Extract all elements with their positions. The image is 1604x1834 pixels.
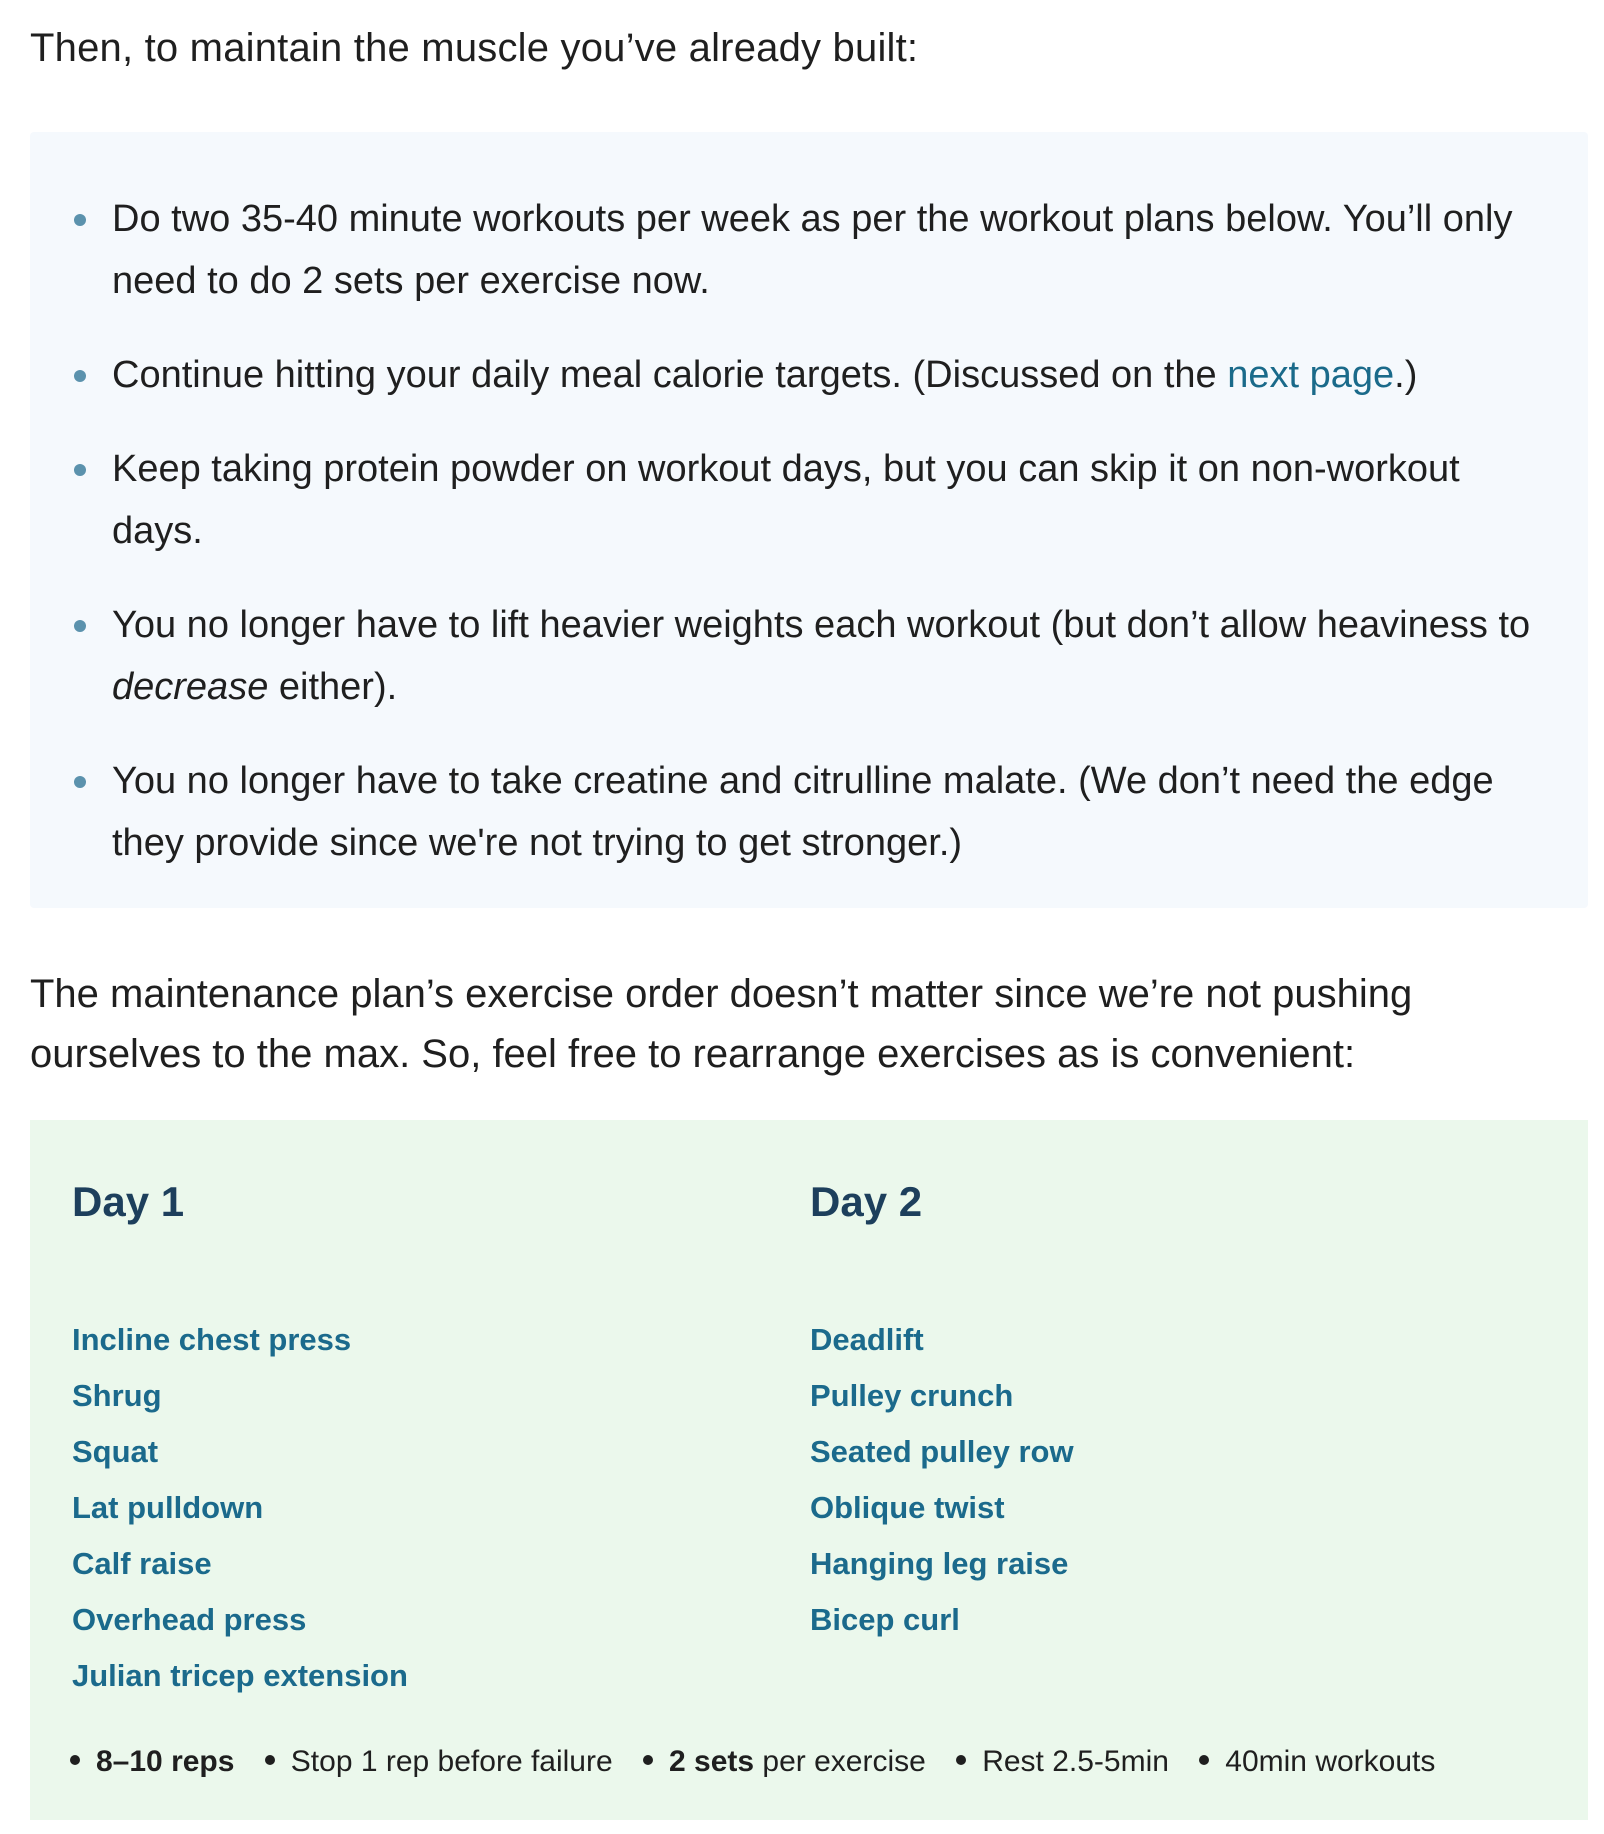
exercise-link[interactable]: Incline chest press — [72, 1312, 408, 1368]
sets-text: 2 sets — [669, 1745, 755, 1778]
exercise-link[interactable]: Pulley crunch — [810, 1368, 1074, 1424]
day-1-title: Day 1 — [72, 1178, 185, 1225]
exercise-link[interactable]: Shrug — [72, 1368, 408, 1424]
reps-text: 8–10 reps — [96, 1745, 235, 1778]
exercise-link[interactable]: Lat pulldown — [72, 1480, 408, 1536]
bullet-text: either). — [268, 666, 398, 708]
emphasis-text: decrease — [112, 666, 269, 708]
bullet-text: You no longer have to take creatine and … — [112, 760, 1494, 864]
plan-summary-row: 8–10 reps Stop 1 rep before failure 2 se… — [70, 1740, 1457, 1784]
exercise-link[interactable]: Squat — [72, 1424, 408, 1480]
bullet-dot-icon — [643, 1755, 654, 1766]
day-2-column: Day 2 Deadlift Pulley crunch Seated pull… — [810, 1172, 1074, 1648]
bullet-dot-icon — [70, 1755, 80, 1766]
duration-text: 40min workouts — [1225, 1745, 1436, 1778]
rest-text: Rest 2.5-5min — [982, 1745, 1169, 1778]
summary-item-reps: 8–10 reps — [70, 1740, 234, 1784]
day-1-exercise-list: Incline chest press Shrug Squat Lat pull… — [72, 1312, 408, 1704]
next-page-link[interactable]: next page — [1227, 354, 1394, 396]
maintenance-bullet-list: Do two 35-40 minute workouts per week as… — [30, 188, 1588, 874]
exercise-link[interactable]: Hanging leg raise — [810, 1536, 1074, 1592]
bullet-dot-icon — [74, 370, 86, 382]
summary-item-failure: Stop 1 rep before failure — [264, 1740, 613, 1784]
bullet-dot-icon — [956, 1755, 967, 1766]
summary-item-duration: 40min workouts — [1199, 1740, 1435, 1784]
intro-text: Then, to maintain the muscle you’ve alre… — [30, 26, 919, 70]
failure-text: Stop 1 rep before failure — [290, 1745, 613, 1778]
exercise-link[interactable]: Calf raise — [72, 1536, 408, 1592]
exercise-link[interactable]: Deadlift — [810, 1312, 1074, 1368]
bullet-text: Keep taking protein powder on workout da… — [112, 448, 1460, 552]
exercise-link[interactable]: Seated pulley row — [810, 1424, 1074, 1480]
bullet-text: Do two 35-40 minute workouts per week as… — [112, 198, 1513, 302]
bullet-dot-icon — [74, 214, 86, 226]
exercise-link[interactable]: Bicep curl — [810, 1592, 1074, 1648]
bullet-dot-icon — [74, 464, 86, 476]
day-2-exercise-list: Deadlift Pulley crunch Seated pulley row… — [810, 1312, 1074, 1648]
bullet-dot-icon — [74, 776, 86, 788]
article-page: Then, to maintain the muscle you’ve alre… — [0, 0, 1604, 1834]
exercise-link[interactable]: Overhead press — [72, 1592, 408, 1648]
bullet-text: You no longer have to lift heavier weigh… — [112, 604, 1531, 646]
bullet-dot-icon — [264, 1755, 275, 1766]
sets-suffix-text: per exercise — [754, 1745, 926, 1778]
exercise-order-paragraph: The maintenance plan’s exercise order do… — [30, 972, 1413, 1076]
bullet-dot-icon — [74, 620, 86, 632]
day-2-title: Day 2 — [810, 1178, 923, 1225]
bullet-item-weights: You no longer have to lift heavier weigh… — [30, 594, 1588, 718]
bullet-dot-icon — [1199, 1755, 1210, 1766]
exercise-link[interactable]: Julian tricep extension — [72, 1648, 408, 1704]
bullet-item-supplements: You no longer have to take creatine and … — [30, 750, 1588, 874]
day-1-column: Day 1 Incline chest press Shrug Squat La… — [72, 1172, 408, 1704]
maintenance-callout: Do two 35-40 minute workouts per week as… — [30, 132, 1588, 908]
bullet-item-protein: Keep taking protein powder on workout da… — [30, 438, 1588, 562]
summary-item-rest: Rest 2.5-5min — [956, 1740, 1169, 1784]
exercise-link[interactable]: Oblique twist — [810, 1480, 1074, 1536]
summary-item-sets: 2 sets per exercise — [643, 1740, 926, 1784]
bullet-item-workouts: Do two 35-40 minute workouts per week as… — [30, 188, 1588, 312]
bullet-text: Continue hitting your daily meal calorie… — [112, 354, 1228, 396]
bullet-item-calories: Continue hitting your daily meal calorie… — [30, 344, 1588, 406]
bullet-text: .) — [1394, 354, 1418, 396]
workout-plan-box: Day 1 Incline chest press Shrug Squat La… — [30, 1120, 1588, 1820]
